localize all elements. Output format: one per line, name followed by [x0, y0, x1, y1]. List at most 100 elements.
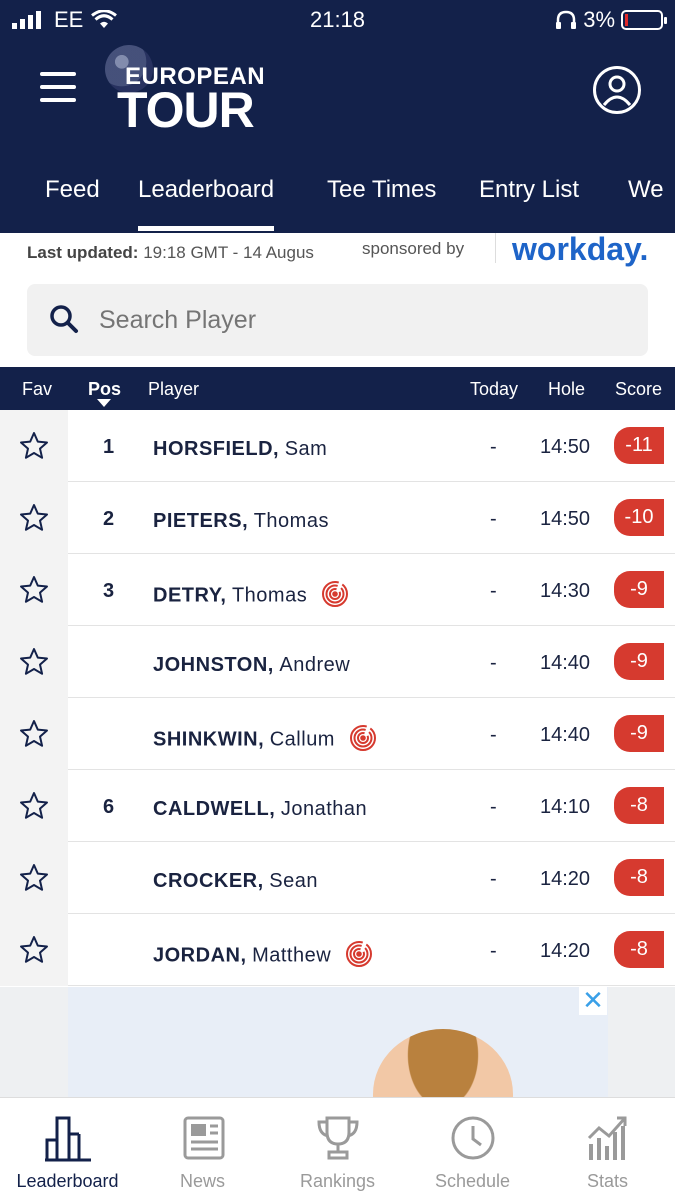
col-player[interactable]: Player	[148, 379, 199, 400]
position: 2	[103, 508, 115, 530]
player-first-name: Sean	[269, 870, 318, 892]
menu-button[interactable]	[40, 72, 76, 104]
search-icon	[50, 305, 78, 333]
total-score: -9	[614, 715, 664, 752]
total-score: -9	[614, 571, 664, 608]
last-updated-value: 19:18 GMT - 14 Augus	[143, 243, 314, 262]
star-icon[interactable]	[19, 575, 49, 605]
star-icon[interactable]	[19, 431, 49, 461]
today-score: -	[490, 868, 497, 890]
player-first-name: Callum	[269, 728, 335, 751]
fav-cell[interactable]	[0, 626, 68, 698]
player-name[interactable]: CROCKER, Sean	[153, 870, 318, 893]
table-row[interactable]: 2 PIETERS, Thomas - 14:50 -10	[0, 482, 675, 554]
tab-partial[interactable]: We	[628, 176, 664, 204]
sort-down-icon	[97, 399, 111, 407]
table-row[interactable]: 6 CALDWELL, Jonathan - 14:10 -8	[0, 770, 675, 842]
tab-feed[interactable]: Feed	[45, 176, 100, 204]
player-last-name: CROCKER,	[153, 870, 264, 892]
table-row[interactable]: CROCKER, Sean - 14:20 -8	[0, 842, 675, 914]
hole-time: 14:30	[540, 580, 591, 602]
info-bar: Last updated: 19:18 GMT - 14 Augus spons…	[0, 231, 675, 277]
player-name[interactable]: PIETERS, Thomas	[153, 510, 329, 533]
tab-entry-list[interactable]: Entry List	[479, 176, 579, 204]
star-icon[interactable]	[19, 719, 49, 749]
table-row[interactable]: 3 DETRY, Thomas - 14:30 -9	[0, 554, 675, 626]
star-icon[interactable]	[19, 647, 49, 677]
rookie-swirl-icon	[345, 941, 372, 967]
search-bar[interactable]	[27, 284, 648, 356]
player-name[interactable]: JORDAN, Matthew	[153, 941, 373, 970]
fav-cell[interactable]	[0, 914, 68, 986]
leaderboard-icon	[45, 1116, 91, 1162]
divider	[495, 233, 496, 263]
player-last-name: CALDWELL,	[153, 798, 276, 820]
player-name[interactable]: HORSFIELD, Sam	[153, 438, 327, 461]
headphones-icon	[556, 10, 577, 29]
position: 3	[103, 580, 115, 602]
leaderboard-rows: 1 HORSFIELD, Sam - 14:50 -11 2 PIETERS, …	[0, 410, 675, 986]
app-header: EE 21:18 3% EUROPEAN TOUR Feed Leaderboa…	[0, 0, 675, 233]
col-hole[interactable]: Hole	[548, 379, 585, 400]
col-fav[interactable]: Fav	[22, 379, 52, 400]
nav-news[interactable]: News	[135, 1098, 270, 1200]
hole-time: 14:50	[540, 508, 591, 530]
player-name[interactable]: DETRY, Thomas	[153, 581, 349, 610]
european-tour-logo[interactable]: EUROPEAN TOUR	[105, 45, 265, 138]
total-score: -8	[614, 787, 664, 824]
player-first-name: Andrew	[279, 654, 351, 676]
star-icon[interactable]	[19, 791, 49, 821]
player-name[interactable]: JOHNSTON, Andrew	[153, 654, 350, 677]
tab-tee-times[interactable]: Tee Times	[327, 176, 436, 204]
sponsor-logo[interactable]: workday.	[512, 231, 648, 268]
last-updated: Last updated: 19:18 GMT - 14 Augus	[27, 243, 327, 263]
news-icon	[183, 1116, 225, 1160]
nav-leaderboard[interactable]: Leaderboard	[0, 1098, 135, 1200]
nav-rankings[interactable]: Rankings	[270, 1098, 405, 1200]
fav-cell[interactable]	[0, 410, 68, 482]
table-row[interactable]: SHINKWIN, Callum - 14:40 -9	[0, 698, 675, 770]
player-first-name: Thomas	[253, 510, 329, 532]
player-name[interactable]: SHINKWIN, Callum	[153, 725, 377, 754]
hamburger-icon	[40, 72, 76, 76]
table-row[interactable]: JOHNSTON, Andrew - 14:40 -9	[0, 626, 675, 698]
star-icon[interactable]	[19, 863, 49, 893]
search-input[interactable]	[99, 284, 619, 356]
player-name[interactable]: CALDWELL, Jonathan	[153, 798, 367, 821]
today-score: -	[490, 652, 497, 674]
sponsored-by-label: sponsored by	[362, 239, 465, 258]
player-first-name: Matthew	[252, 944, 332, 967]
hole-time: 14:10	[540, 796, 591, 818]
today-score: -	[490, 796, 497, 818]
player-last-name: HORSFIELD,	[153, 438, 280, 460]
col-score[interactable]: Score	[615, 379, 662, 400]
col-pos[interactable]: Pos	[88, 379, 121, 400]
fav-cell[interactable]	[0, 770, 68, 842]
profile-button[interactable]	[593, 66, 641, 114]
fav-cell[interactable]	[0, 554, 68, 626]
star-icon[interactable]	[19, 503, 49, 533]
today-score: -	[490, 436, 497, 458]
fav-cell[interactable]	[0, 482, 68, 554]
fav-cell[interactable]	[0, 698, 68, 770]
star-icon[interactable]	[19, 935, 49, 965]
nav-stats-label: Stats	[586, 1171, 629, 1191]
ad-image	[68, 987, 608, 1097]
last-updated-label: Last updated:	[27, 243, 139, 262]
tab-leaderboard[interactable]: Leaderboard	[138, 176, 275, 231]
col-today[interactable]: Today	[470, 379, 518, 400]
nav-schedule[interactable]: Schedule	[405, 1098, 540, 1200]
table-row[interactable]: JORDAN, Matthew - 14:20 -8	[0, 914, 675, 986]
user-icon	[602, 75, 632, 106]
fav-cell[interactable]	[0, 842, 68, 914]
nav-stats[interactable]: Stats	[540, 1098, 675, 1200]
player-last-name: JOHNSTON,	[153, 654, 274, 676]
ad-close-button[interactable]: ✕	[579, 987, 607, 1015]
ad-banner[interactable]: ✕	[0, 987, 675, 1097]
player-first-name: Thomas	[231, 584, 308, 607]
table-row[interactable]: 1 HORSFIELD, Sam - 14:50 -11	[0, 410, 675, 482]
clock-icon	[451, 1116, 495, 1160]
total-score: -8	[614, 859, 664, 896]
position: 6	[103, 796, 115, 818]
player-last-name: JORDAN,	[153, 944, 247, 967]
